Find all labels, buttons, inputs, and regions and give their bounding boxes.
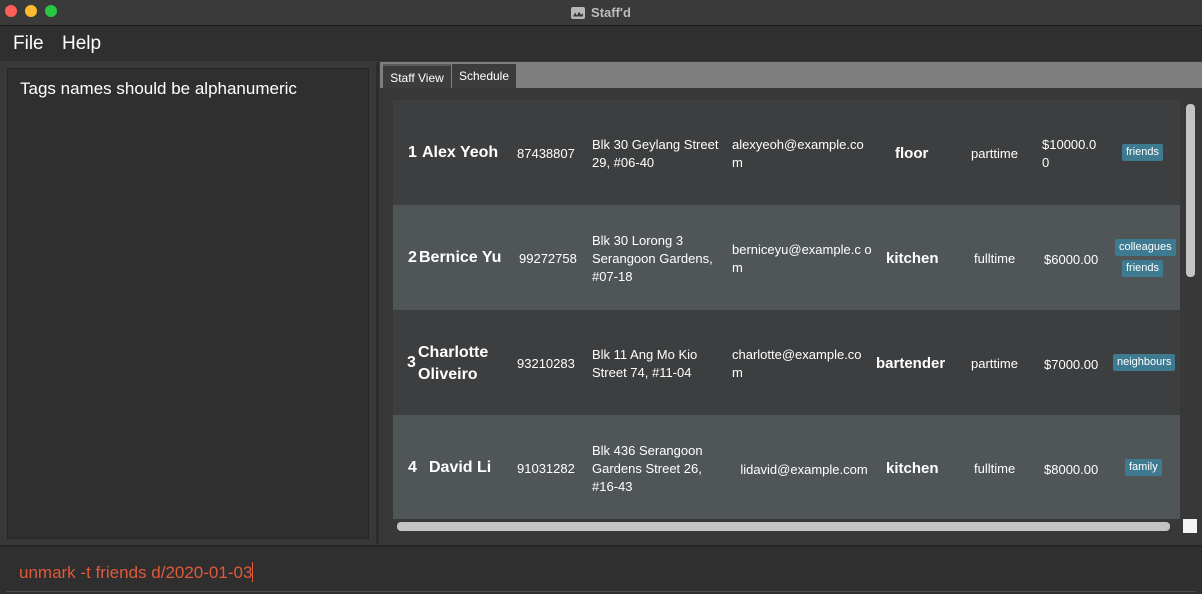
staff-role: bartender [876, 355, 946, 372]
tab-header: Staff View Schedule [380, 62, 1202, 88]
staff-email: lidavid@example.com [740, 462, 868, 477]
staff-phone: 91031282 [517, 461, 575, 476]
staff-card[interactable]: 4 David Li 91031282 Blk 436 Serangoon Ga… [393, 415, 1180, 519]
tag-badge: family [1125, 459, 1162, 476]
staff-card[interactable]: 3 Charlotte Oliveiro 93210283 Blk 11 Ang… [393, 310, 1180, 415]
staff-phone: 87438807 [517, 146, 575, 161]
scrollbar-corner [1183, 519, 1197, 533]
command-input[interactable]: unmark -t friends d/2020-01-03 [19, 562, 254, 583]
app-logo-icon [571, 6, 586, 19]
tag-badge: colleagues [1115, 239, 1176, 256]
staff-card[interactable]: 2 Bernice Yu 99272758 Blk 30 Lorong 3 Se… [393, 205, 1180, 310]
staff-name: David Li [429, 459, 492, 476]
menu-file[interactable]: File [13, 33, 44, 55]
result-message: Tags names should be alphanumeric [20, 79, 297, 98]
staff-address: Blk 30 Geylang Street 29, #06-40 [592, 137, 719, 170]
staff-employment: parttime [971, 146, 1018, 161]
title-bar: Staff'd [0, 0, 1202, 26]
staff-role: floor [895, 145, 929, 162]
staff-index: 2 [408, 249, 417, 266]
staff-email: alexyeoh@example.co m [732, 137, 864, 170]
staff-card[interactable]: 1 Alex Yeoh 87438807 Blk 30 Geylang Stre… [393, 100, 1180, 205]
staff-name: Charlotte Oliveiro [418, 344, 489, 383]
tag-badge: friends [1122, 144, 1164, 161]
staff-employment: parttime [971, 356, 1018, 371]
staff-phone: 99272758 [519, 251, 577, 266]
menu-bar: File Help [0, 26, 1202, 61]
tag-badge: friends [1122, 260, 1164, 277]
menu-help[interactable]: Help [62, 33, 101, 55]
pane-divider[interactable] [376, 62, 379, 544]
staff-address: Blk 436 Serangoon Gardens Street 26, #16… [592, 443, 703, 494]
horizontal-scrollbar[interactable] [397, 522, 1170, 531]
text-caret [252, 562, 254, 582]
staff-address: Blk 30 Lorong 3 Serangoon Gardens, #07-1… [592, 233, 713, 284]
staff-tab-pane: Staff View Schedule 1 Alex Yeoh 87438807… [380, 62, 1202, 544]
vertical-scrollbar[interactable] [1186, 104, 1195, 277]
tag-badge: neighbours [1113, 354, 1176, 371]
staff-salary: $7000.00 [1044, 357, 1099, 372]
staff-salary: $10000.0 0 [1042, 137, 1097, 170]
command-underline [6, 591, 1196, 592]
result-display: Tags names should be alphanumeric [7, 68, 369, 539]
staff-email: berniceyu@example.c om [732, 242, 872, 275]
staff-name: Bernice Yu [419, 249, 502, 266]
staff-employment: fulltime [974, 461, 1016, 476]
tab-schedule[interactable]: Schedule [452, 64, 516, 88]
staff-employment: fulltime [974, 251, 1016, 266]
tab-staff-view[interactable]: Staff View [383, 64, 451, 88]
staff-salary: $6000.00 [1044, 252, 1099, 267]
staff-role: kitchen [886, 460, 939, 477]
window-title: Staff'd [591, 5, 631, 20]
staff-phone: 93210283 [517, 356, 575, 371]
command-box[interactable]: unmark -t friends d/2020-01-03 [0, 545, 1202, 594]
staff-name: Alex Yeoh [422, 144, 499, 161]
staff-salary: $8000.00 [1044, 462, 1099, 477]
staff-list[interactable]: 1 Alex Yeoh 87438807 Blk 30 Geylang Stre… [393, 100, 1180, 519]
staff-index: 1 [408, 144, 417, 161]
staff-email: charlotte@example.co m [732, 347, 862, 380]
command-text: unmark -t friends d/2020-01-03 [19, 563, 253, 582]
staff-address: Blk 11 Ang Mo Kio Street 74, #11-04 [592, 347, 698, 380]
staff-index: 3 [407, 354, 416, 371]
staff-role: kitchen [886, 250, 939, 267]
staff-index: 4 [408, 459, 417, 476]
